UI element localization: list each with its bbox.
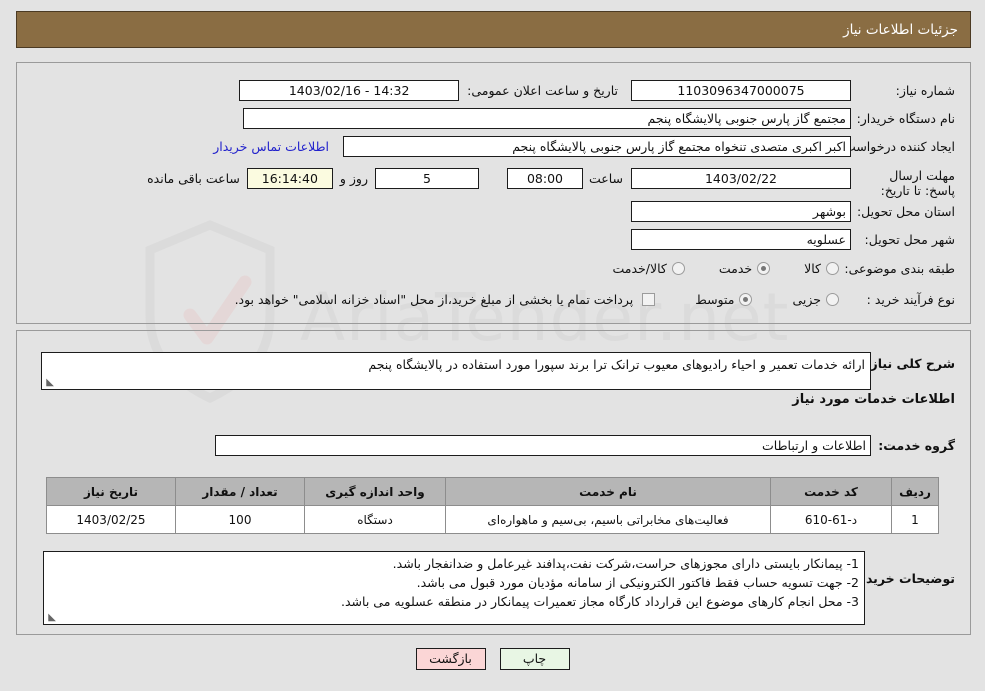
- col-header-qty: تعداد / مقدار: [175, 477, 305, 506]
- buyer-note-line: 1- پیمانکار بایستی دارای مجوزهای حراست،ش…: [392, 556, 859, 571]
- resize-grip-icon[interactable]: ◣: [46, 613, 56, 623]
- buyer-notes-row: توضیحات خریدار: 1- پیمانکار بایستی دارای…: [43, 551, 955, 625]
- radio-icon-khedmat[interactable]: [757, 262, 771, 275]
- buyer-org-label: نام دستگاه خریدار:: [856, 111, 955, 126]
- announce-date-value: 14:32 - 1403/02/16: [239, 80, 460, 101]
- page-title: جزئیات اطلاعات نیاز: [843, 21, 958, 38]
- buyer-org-row: نام دستگاه خریدار: مجتمع گاز پارس جنوبی …: [243, 108, 955, 129]
- category-option-khedmat-label: خدمت: [718, 261, 753, 276]
- service-group-row: گروه خدمت: اطلاعات و ارتباطات: [215, 435, 955, 456]
- buyer-contact-link[interactable]: اطلاعات تماس خریدار: [213, 139, 329, 154]
- general-desc-row: شرح کلی نیاز: ارائه خدمات تعمیر و احیاء …: [41, 352, 955, 390]
- deadline-label: مهلت ارسال پاسخ: تا تاریخ:: [880, 168, 955, 198]
- col-header-name: نام خدمت: [445, 477, 771, 506]
- request-creator-row: ایجاد کننده درخواست: اکبر اکبری متصدی تن…: [213, 136, 955, 157]
- province-row: استان محل تحویل: بوشهر: [631, 201, 955, 222]
- radio-icon-jozei[interactable]: [826, 293, 839, 306]
- request-creator-value: اکبر اکبری متصدی تنخواه مجتمع گاز پارس ج…: [343, 136, 851, 157]
- col-header-code: کد خدمت: [770, 477, 892, 506]
- buyer-notes-textarea[interactable]: 1- پیمانکار بایستی دارای مجوزهای حراست،ش…: [43, 551, 865, 625]
- process-option-motavaset-label: متوسط: [695, 292, 735, 307]
- remaining-days-label: روز و: [339, 171, 368, 186]
- countdown-timer: 16:14:40: [246, 168, 333, 189]
- announce-date-label: تاریخ و ساعت اعلان عمومی:: [467, 83, 618, 98]
- general-desc-value: ارائه خدمات تعمیر و احیاء رادیوهای معیوب…: [368, 357, 865, 372]
- buyer-note-line: 3- محل انجام کارهای موضوع این قرارداد کا…: [341, 594, 859, 609]
- category-option-kala-khedmat-label: کالا/خدمت: [612, 261, 667, 276]
- request-creator-label: ایجاد کننده درخواست:: [839, 139, 955, 154]
- cell-date: 1403/02/25: [46, 505, 176, 534]
- cell-code: د-61-610: [770, 505, 892, 534]
- buyer-org-value: مجتمع گاز پارس جنوبی پالایشگاه پنجم: [243, 108, 851, 129]
- table-header-row: ردیف کد خدمت نام خدمت واحد اندازه گیری ت…: [46, 477, 939, 506]
- category-option-kala-khedmat[interactable]: کالا/خدمت: [612, 261, 685, 276]
- province-label: استان محل تحویل:: [856, 204, 955, 219]
- buyer-notes-label: توضیحات خریدار:: [849, 571, 955, 586]
- process-row: نوع فرآیند خرید : جزیی متوسط پرداخت تمام…: [235, 292, 955, 307]
- cell-unit: دستگاه: [304, 505, 446, 534]
- page-title-bar: جزئیات اطلاعات نیاز: [16, 11, 971, 48]
- remaining-hours-label: ساعت باقی مانده: [147, 171, 240, 186]
- category-option-kala-label: کالا: [804, 261, 821, 276]
- need-number-label: شماره نیاز:: [895, 83, 955, 98]
- province-value: بوشهر: [631, 201, 851, 222]
- button-bar: چاپ بازگشت: [0, 648, 985, 670]
- city-row: شهر محل تحویل: عسلویه: [631, 229, 955, 250]
- radio-icon-motavaset[interactable]: [739, 293, 753, 306]
- announce-date-row: تاریخ و ساعت اعلان عمومی: 14:32 - 1403/0…: [239, 80, 618, 101]
- process-option-motavaset[interactable]: متوسط: [695, 292, 753, 307]
- need-number-row: شماره نیاز: 1103096347000075: [631, 80, 955, 101]
- category-option-khedmat[interactable]: خدمت: [718, 261, 771, 276]
- process-option-jozei[interactable]: جزیی: [792, 292, 839, 307]
- category-label: طبقه بندی موضوعی:: [844, 261, 955, 276]
- cell-qty: 100: [175, 505, 305, 534]
- need-number-value: 1103096347000075: [631, 80, 851, 101]
- checkbox-icon-treasury-docs[interactable]: [642, 293, 656, 306]
- radio-icon-kala-khedmat[interactable]: [671, 262, 685, 275]
- resize-grip-icon[interactable]: ◣: [44, 378, 54, 388]
- deadline-date-value: 1403/02/22: [631, 168, 851, 189]
- treasury-docs-text: پرداخت تمام یا بخشی از مبلغ خرید،از محل …: [234, 292, 634, 307]
- table-row: 1 د-61-610 فعالیت‌های مخابراتی باسیم، بی…: [46, 505, 939, 534]
- radio-icon-kala[interactable]: [826, 262, 839, 275]
- process-label: نوع فرآیند خرید :: [866, 292, 955, 307]
- service-group-label: گروه خدمت:: [878, 438, 955, 453]
- category-option-kala[interactable]: کالا: [804, 261, 839, 276]
- col-header-date: تاریخ نیاز: [46, 477, 176, 506]
- col-header-unit: واحد اندازه گیری: [304, 477, 446, 506]
- category-row: طبقه بندی موضوعی: کالا خدمت کالا/خدمت: [612, 261, 955, 276]
- page-root: AriaTender.net جزئیات اطلاعات نیاز شماره…: [0, 0, 985, 691]
- print-button[interactable]: چاپ: [499, 648, 570, 670]
- services-section-title: اطلاعات خدمات مورد نیاز: [792, 392, 955, 407]
- general-desc-label: شرح کلی نیاز:: [865, 356, 955, 371]
- deadline-time-value: 08:00: [506, 168, 583, 189]
- deadline-row: مهلت ارسال پاسخ: تا تاریخ: 1403/02/22 سا…: [147, 168, 955, 198]
- treasury-docs-checkbox-group[interactable]: پرداخت تمام یا بخشی از مبلغ خرید،از محل …: [235, 292, 656, 307]
- service-group-value: اطلاعات و ارتباطات: [215, 435, 871, 456]
- general-desc-textarea[interactable]: ارائه خدمات تعمیر و احیاء رادیوهای معیوب…: [41, 352, 871, 390]
- services-table: ردیف کد خدمت نام خدمت واحد اندازه گیری ت…: [46, 477, 939, 534]
- deadline-time-label: ساعت: [588, 171, 623, 186]
- city-label: شهر محل تحویل:: [864, 232, 955, 247]
- city-value: عسلویه: [631, 229, 851, 250]
- back-button[interactable]: بازگشت: [415, 648, 486, 670]
- cell-row: 1: [891, 505, 939, 534]
- col-header-row: ردیف: [891, 477, 939, 506]
- process-option-jozei-label: جزیی: [792, 292, 821, 307]
- cell-name: فعالیت‌های مخابراتی باسیم، بی‌سیم و ماهو…: [445, 505, 771, 534]
- remaining-days-value: 5: [374, 168, 479, 189]
- buyer-note-line: 2- جهت تسویه حساب فقط فاکتور الکترونیکی …: [416, 575, 859, 590]
